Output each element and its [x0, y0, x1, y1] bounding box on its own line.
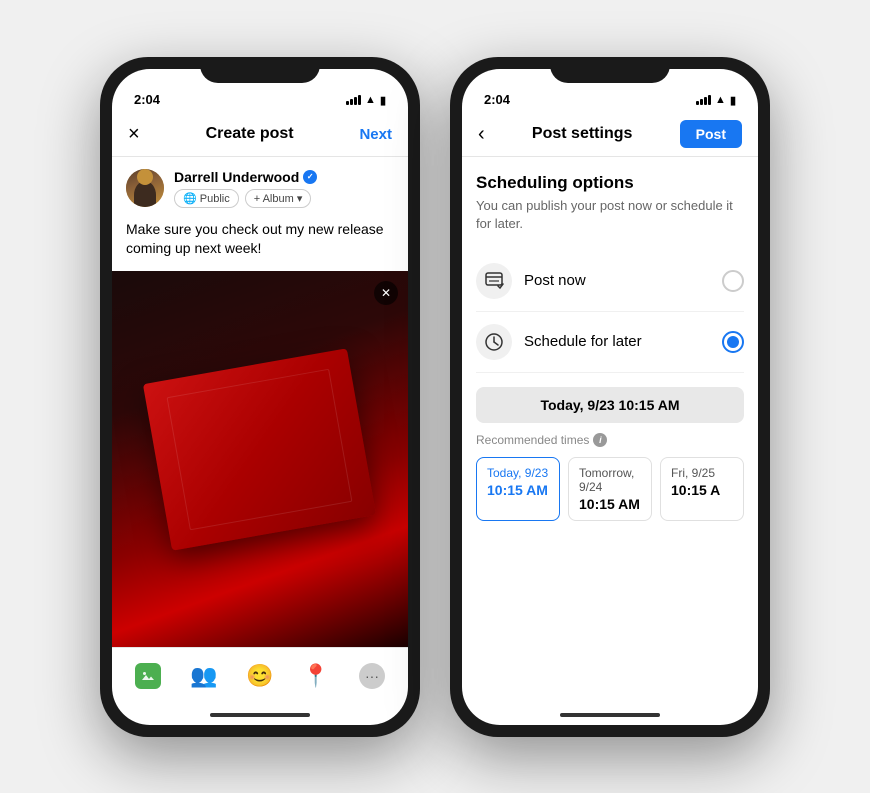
- notch-2: [550, 57, 670, 83]
- bottom-toolbar: 👥 😊 📍 ···: [112, 647, 408, 705]
- photos-icon: [135, 663, 161, 689]
- verified-badge: ✓: [303, 170, 317, 184]
- slot-time-2: 10:15 A: [671, 482, 733, 498]
- post-image-container: ✕: [112, 271, 408, 647]
- slot-time-1: 10:15 AM: [579, 496, 641, 512]
- slot-date-0: Today, 9/23: [487, 466, 549, 480]
- tag-toolbar-button[interactable]: 👥: [186, 658, 222, 694]
- post-image-background: [112, 271, 408, 647]
- home-indicator-2: [462, 705, 758, 725]
- close-button[interactable]: ×: [128, 123, 140, 146]
- status-time-1: 2:04: [134, 92, 160, 107]
- slot-date-2: Fri, 9/25: [671, 466, 733, 480]
- red-card-visual: [143, 348, 376, 551]
- status-time-2: 2:04: [484, 92, 510, 107]
- user-name: Darrell Underwood: [174, 169, 299, 185]
- post-now-icon: [476, 263, 512, 299]
- schedule-later-label: Schedule for later: [524, 333, 642, 350]
- public-tag[interactable]: 🌐 Public: [174, 189, 239, 208]
- home-bar-1: [210, 713, 310, 717]
- recommended-label-text: Recommended times: [476, 433, 589, 447]
- user-row: Darrell Underwood ✓ 🌐 Public + Album ▾: [112, 157, 408, 216]
- nav-title-create-post: Create post: [206, 125, 294, 143]
- post-now-left: Post now: [476, 263, 586, 299]
- nav-title-post-settings: Post settings: [532, 125, 632, 143]
- location-toolbar-button[interactable]: 📍: [298, 658, 334, 694]
- scheduling-title: Scheduling options: [476, 173, 744, 193]
- emoji-toolbar-button[interactable]: 😊: [242, 658, 278, 694]
- scheduling-subtitle: You can publish your post now or schedul…: [476, 197, 744, 233]
- post-now-label: Post now: [524, 272, 586, 289]
- wifi-icon-1: ▲: [365, 94, 376, 106]
- time-slots: Today, 9/23 10:15 AM Tomorrow, 9/24 10:1…: [476, 457, 744, 521]
- album-tag[interactable]: + Album ▾: [245, 189, 312, 208]
- tag-icon: 👥: [190, 663, 217, 689]
- slot-time-0: 10:15 AM: [487, 482, 549, 498]
- home-indicator-1: [112, 705, 408, 725]
- time-slot-1[interactable]: Tomorrow, 9/24 10:15 AM: [568, 457, 652, 521]
- avatar: [126, 169, 164, 207]
- radio-selected-dot: [727, 336, 739, 348]
- user-name-row: Darrell Underwood ✓: [174, 169, 317, 185]
- status-icons-1: ▲ ▮: [346, 94, 386, 107]
- scheduling-section: Scheduling options You can publish your …: [462, 157, 758, 705]
- create-post-content: Darrell Underwood ✓ 🌐 Public + Album ▾ M…: [112, 157, 408, 705]
- home-bar-2: [560, 713, 660, 717]
- image-close-button[interactable]: ✕: [374, 281, 398, 305]
- signal-icon-2: [696, 95, 711, 105]
- schedule-later-option[interactable]: Schedule for later: [476, 312, 744, 373]
- user-tags: 🌐 Public + Album ▾: [174, 189, 317, 208]
- avatar-image: [126, 169, 164, 207]
- nav-bar-create-post: × Create post Next: [112, 113, 408, 157]
- post-text[interactable]: Make sure you check out my new release c…: [112, 216, 408, 271]
- post-settings-content: Scheduling options You can publish your …: [462, 157, 758, 705]
- phone-create-post: 2:04 ▲ ▮ × Create post Next: [100, 57, 420, 737]
- photos-toolbar-button[interactable]: [130, 658, 166, 694]
- post-now-option[interactable]: Post now: [476, 251, 744, 312]
- location-icon: 📍: [302, 663, 329, 689]
- back-button[interactable]: ‹: [478, 123, 485, 146]
- battery-icon-1: ▮: [380, 94, 386, 107]
- post-now-radio[interactable]: [722, 270, 744, 292]
- next-button[interactable]: Next: [359, 126, 392, 143]
- emoji-icon: 😊: [246, 663, 273, 689]
- schedule-later-radio[interactable]: [722, 331, 744, 353]
- avatar-figure: [134, 181, 156, 207]
- notch: [200, 57, 320, 83]
- wifi-icon-2: ▲: [715, 94, 726, 106]
- time-slot-2[interactable]: Fri, 9/25 10:15 A: [660, 457, 744, 521]
- phone-post-settings: 2:04 ▲ ▮ ‹ Post settings Post Scheduling…: [450, 57, 770, 737]
- avatar-head: [137, 169, 153, 185]
- user-info: Darrell Underwood ✓ 🌐 Public + Album ▾: [174, 169, 317, 208]
- signal-icon-1: [346, 95, 361, 105]
- slot-date-1: Tomorrow, 9/24: [579, 466, 641, 494]
- recommended-label: Recommended times i: [476, 433, 744, 447]
- date-selector[interactable]: Today, 9/23 10:15 AM: [476, 387, 744, 423]
- info-icon[interactable]: i: [593, 433, 607, 447]
- status-icons-2: ▲ ▮: [696, 94, 736, 107]
- post-button[interactable]: Post: [680, 120, 742, 148]
- battery-icon-2: ▮: [730, 94, 736, 107]
- more-icon: ···: [359, 663, 385, 689]
- nav-bar-post-settings: ‹ Post settings Post: [462, 113, 758, 157]
- time-slot-0[interactable]: Today, 9/23 10:15 AM: [476, 457, 560, 521]
- more-toolbar-button[interactable]: ···: [354, 658, 390, 694]
- schedule-later-icon: [476, 324, 512, 360]
- schedule-later-left: Schedule for later: [476, 324, 642, 360]
